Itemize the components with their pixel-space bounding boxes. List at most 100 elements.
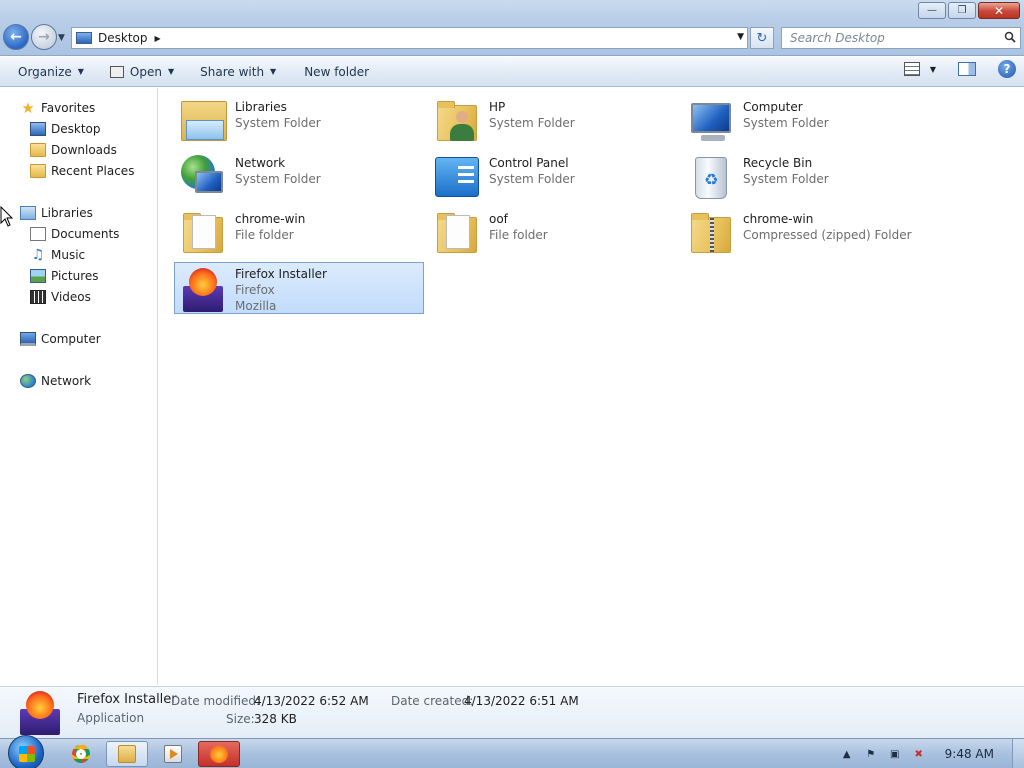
organize-button[interactable]: Organize ▼ <box>10 60 92 84</box>
item-type: File folder <box>235 228 294 242</box>
nav-pictures[interactable]: Pictures <box>30 266 99 286</box>
nav-music[interactable]: ♫ Music <box>30 245 85 265</box>
item-type: System Folder <box>743 116 829 130</box>
search-icon[interactable] <box>1004 31 1016 43</box>
nav-libraries[interactable]: Libraries <box>20 203 93 223</box>
nav-recent-places[interactable]: Recent Places <box>30 161 134 181</box>
address-dropdown-icon[interactable]: ▼ <box>737 32 744 42</box>
system-tray: ▲ ⚑ ▣ ✖ 9:48 AM <box>835 739 1024 768</box>
taskbar-explorer[interactable] <box>106 741 148 767</box>
forward-button[interactable]: → <box>31 24 57 50</box>
item-type: System Folder <box>235 116 321 130</box>
nav-label: Documents <box>51 227 120 241</box>
videos-icon <box>30 290 46 304</box>
file-item-chrome-win-zip[interactable]: chrome-win Compressed (zipped) Folder <box>683 206 933 258</box>
item-type: Compressed (zipped) Folder <box>743 228 912 242</box>
item-type: System Folder <box>743 172 829 186</box>
open-icon <box>109 65 124 78</box>
restore-icon[interactable]: ❐ <box>948 2 976 19</box>
item-company: Mozilla <box>235 299 277 313</box>
chevron-down-icon: ▼ <box>270 67 277 76</box>
show-hidden-icons-icon[interactable]: ▲ <box>840 747 854 761</box>
minimize-icon[interactable]: — <box>918 2 946 19</box>
date-created-value: 4/13/2022 6:51 AM <box>464 694 579 708</box>
details-name: Firefox Installer <box>77 692 177 707</box>
taskbar-media-player[interactable] <box>152 741 194 767</box>
computer-icon <box>20 332 36 346</box>
item-name: chrome-win <box>235 212 306 226</box>
nav-label: Libraries <box>41 206 93 220</box>
item-name: Network <box>235 156 286 170</box>
item-name: Libraries <box>235 100 287 114</box>
share-with-button[interactable]: Share with ▼ <box>192 60 284 84</box>
view-controls: ▼ ? <box>903 60 1016 78</box>
pictures-icon <box>30 269 46 283</box>
file-item-hp[interactable]: HP System Folder <box>429 94 679 146</box>
address-bar[interactable]: Desktop ▶ ▼ <box>71 27 748 49</box>
open-label: Open <box>129 64 162 79</box>
file-item-computer[interactable]: Computer System Folder <box>683 94 933 146</box>
open-button[interactable]: Open ▼ <box>102 60 182 84</box>
nav-videos[interactable]: Videos <box>30 287 91 307</box>
organize-label: Organize <box>18 64 72 79</box>
chevron-down-icon[interactable]: ▼ <box>930 65 936 74</box>
taskbar-firefox[interactable] <box>198 741 240 767</box>
date-modified-label: Date modified: <box>171 694 261 708</box>
back-button[interactable]: ← <box>3 24 29 50</box>
show-desktop-button[interactable] <box>1012 739 1024 768</box>
close-icon[interactable]: ✕ <box>978 2 1020 19</box>
recycle-bin-icon <box>687 153 735 201</box>
nav-computer[interactable]: Computer <box>20 329 101 349</box>
start-button[interactable] <box>8 735 44 768</box>
nav-downloads[interactable]: Downloads <box>30 140 117 160</box>
network-status-icon[interactable]: ▣ <box>888 747 902 761</box>
breadcrumb-arrow-icon[interactable]: ▶ <box>155 34 161 43</box>
user-folder-icon <box>433 97 481 145</box>
nav-favorites[interactable]: ★ Favorites <box>20 98 95 118</box>
desktop-icon <box>76 32 92 44</box>
preview-pane-icon[interactable] <box>958 62 976 76</box>
navigation-pane: ★ Favorites Desktop Downloads Recent Pla… <box>0 88 158 685</box>
nav-documents[interactable]: Documents <box>30 224 119 244</box>
folder-icon <box>433 209 481 257</box>
address-location[interactable]: Desktop <box>98 31 148 45</box>
file-item-chrome-win-folder[interactable]: chrome-win File folder <box>175 206 425 258</box>
refresh-button[interactable]: ↻ <box>750 27 774 49</box>
libraries-icon <box>179 97 227 145</box>
item-type: File folder <box>489 228 548 242</box>
file-item-network[interactable]: Network System Folder <box>175 150 425 202</box>
change-view-icon[interactable] <box>903 62 920 76</box>
star-icon: ★ <box>21 99 35 117</box>
taskbar: ▲ ⚑ ▣ ✖ 9:48 AM <box>0 735 1024 768</box>
nav-label: Music <box>51 248 86 262</box>
nav-desktop[interactable]: Desktop <box>30 119 101 139</box>
search-input[interactable] <box>790 31 990 45</box>
item-type: System Folder <box>489 172 575 186</box>
taskbar-clock[interactable]: 9:48 AM <box>945 747 994 761</box>
file-item-recycle-bin[interactable]: Recycle Bin System Folder <box>683 150 933 202</box>
downloads-folder-icon <box>30 143 46 157</box>
action-center-flag-icon[interactable]: ⚑ <box>864 747 878 761</box>
item-name: Firefox Installer <box>235 267 327 281</box>
file-item-firefox-installer[interactable]: Firefox Installer Firefox Mozilla <box>174 262 424 314</box>
documents-icon <box>30 227 46 241</box>
recent-pages-dropdown-icon[interactable]: ▼ <box>58 33 65 43</box>
firefox-installer-icon <box>18 689 62 735</box>
file-item-control-panel[interactable]: Control Panel System Folder <box>429 150 679 202</box>
file-item-libraries[interactable]: Libraries System Folder <box>175 94 425 146</box>
item-description: Firefox <box>235 283 275 297</box>
size-label: Size: <box>226 712 255 726</box>
help-icon[interactable]: ? <box>998 60 1016 78</box>
desktop-icon <box>30 122 46 136</box>
file-item-oof[interactable]: oof File folder <box>429 206 679 258</box>
nav-network[interactable]: Network <box>20 371 91 391</box>
date-modified-value: 4/13/2022 6:52 AM <box>254 694 369 708</box>
search-box[interactable] <box>781 27 1021 49</box>
chrome-icon <box>72 745 90 763</box>
share-with-label: Share with <box>200 64 265 79</box>
explorer-icon <box>118 745 136 763</box>
nav-label: Videos <box>51 290 91 304</box>
new-folder-button[interactable]: New folder <box>296 60 377 84</box>
volume-muted-icon[interactable]: ✖ <box>912 747 926 761</box>
taskbar-chrome[interactable] <box>60 741 102 767</box>
